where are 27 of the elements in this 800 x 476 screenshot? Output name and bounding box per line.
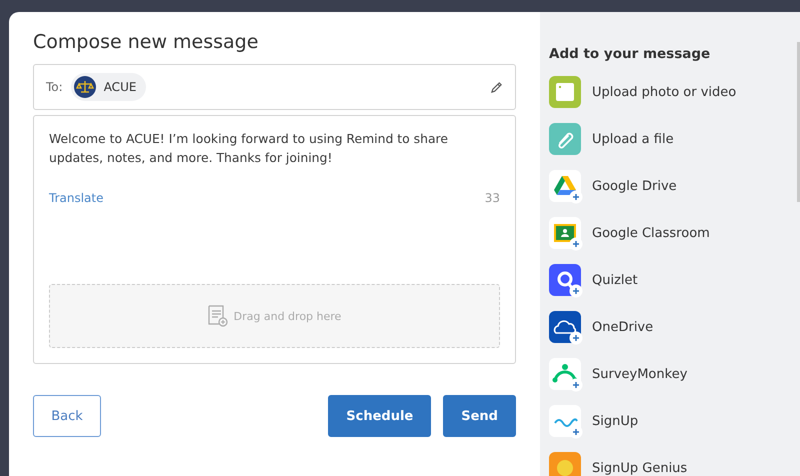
attachment-option[interactable]: Upload photo or video [592, 84, 736, 100]
recipient-name: ACUE [104, 80, 136, 94]
attachment-option[interactable]: Quizlet [592, 272, 638, 288]
translate-link[interactable]: Translate [49, 191, 104, 205]
action-button[interactable]: Send [443, 395, 516, 437]
attachment-option[interactable]: OneDrive [592, 320, 654, 334]
action-button[interactable]: Schedule [328, 395, 432, 437]
attachment-option[interactable]: SurveyMonkey [592, 366, 688, 382]
pencil-icon[interactable] [490, 80, 503, 94]
recipient-field[interactable]: To: ACUE [33, 64, 516, 110]
attachment-option[interactable]: SignUp [592, 414, 638, 428]
attachment-option[interactable]: SignUp Genius [592, 460, 688, 476]
message-text: Welcome to ACUE! I’m looking forward to using Remind to share updates, notes, and more. Thanks for joining! [49, 130, 449, 167]
scales-avatar-icon [74, 76, 96, 98]
attachment-option[interactable]: Google Classroom [592, 226, 710, 240]
panel-heading: Add to your message [549, 46, 712, 62]
character-count: 33 [484, 191, 500, 205]
scrollbar[interactable] [797, 42, 800, 202]
to-label: To: [46, 80, 63, 94]
attachment-option[interactable]: Upload a file [592, 132, 674, 146]
recipient-chip[interactable]: ACUE [70, 73, 146, 101]
document-plus-icon [208, 305, 228, 327]
attachment-option[interactable]: Google Drive [592, 178, 677, 194]
dialog-title: Compose new message [33, 30, 260, 54]
message-field[interactable]: Welcome to ACUE! I’m looking forward to using Remind to share updates, notes, and more. Thanks for joining! Translate 33 Drag and drop here [33, 115, 516, 364]
drop-zone-text: Drag and drop here [234, 310, 342, 322]
action-button[interactable]: Back [33, 395, 101, 437]
